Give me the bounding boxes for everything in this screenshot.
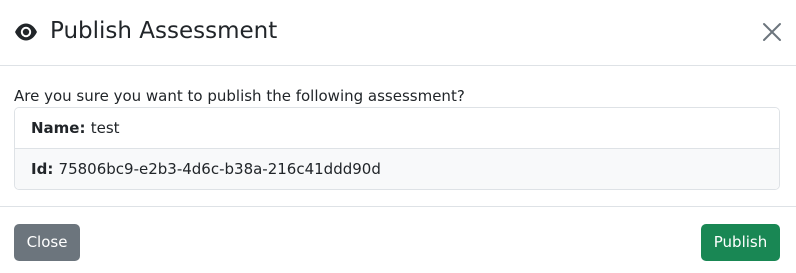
id-label: Id:: [31, 160, 59, 178]
publish-assessment-modal: Publish Assessment Are you sure you want…: [0, 0, 796, 273]
modal-header: Publish Assessment: [0, 0, 796, 66]
close-button[interactable]: Close: [14, 224, 80, 261]
close-icon[interactable]: [760, 20, 784, 44]
id-value: 75806bc9-e2b3-4d6c-b38a-216c41ddd90d: [58, 160, 381, 178]
assessment-info-list: Name: test Id: 75806bc9-e2b3-4d6c-b38a-2…: [14, 107, 780, 190]
name-value: test: [90, 119, 120, 137]
name-label: Name:: [31, 119, 91, 137]
modal-body: Are you sure you want to publish the fol…: [0, 66, 796, 206]
modal-footer: Close Publish: [0, 206, 796, 273]
info-row-id: Id: 75806bc9-e2b3-4d6c-b38a-216c41ddd90d: [15, 149, 779, 189]
confirmation-prompt: Are you sure you want to publish the fol…: [14, 87, 465, 105]
modal-title: Publish Assessment: [50, 18, 278, 44]
info-row-name: Name: test: [15, 108, 779, 149]
eye-icon: [14, 22, 38, 42]
publish-button[interactable]: Publish: [701, 224, 780, 261]
